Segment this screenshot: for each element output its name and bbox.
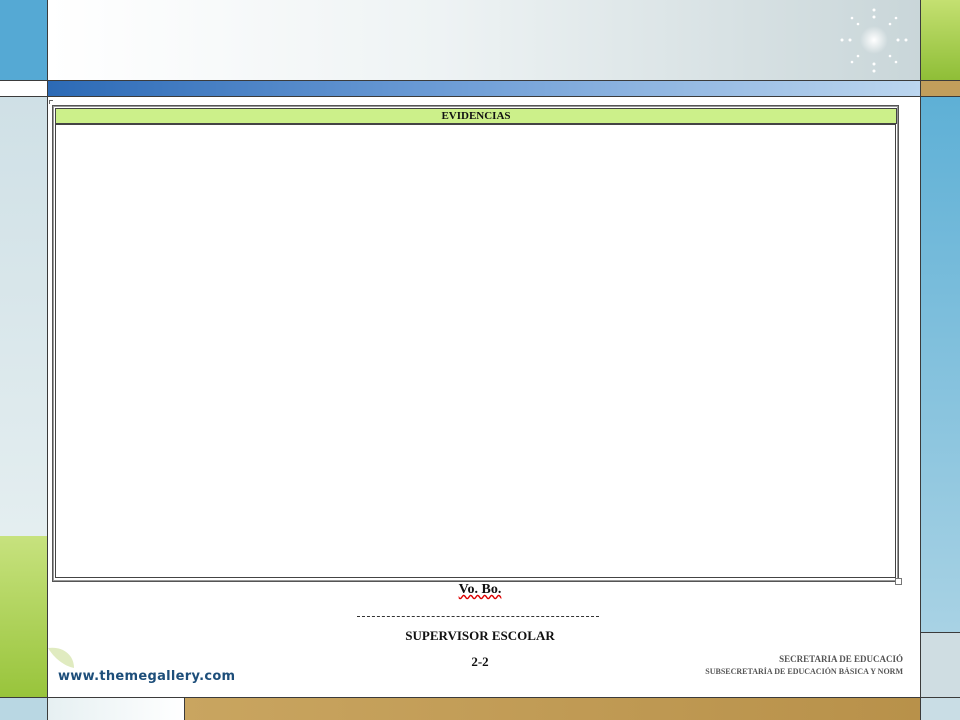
org-name-line1: SECRETARIA DE EDUCACIÓ xyxy=(779,654,903,664)
right-blue-block xyxy=(920,96,960,632)
right-grey-block xyxy=(920,632,960,698)
org-name-line2: SUBSECRETARÍA DE EDUCACIÓN BÁSICA Y NORM xyxy=(705,667,903,676)
grid-line-bottom-split xyxy=(184,698,185,720)
right-bottom-block xyxy=(920,698,960,720)
left-green-block xyxy=(0,536,48,698)
evidence-table-header: EVIDENCIAS xyxy=(55,108,897,124)
website-link[interactable]: www.themegallery.com xyxy=(58,669,235,684)
grid-line-bottom xyxy=(0,697,960,698)
sparkle-icon xyxy=(840,8,908,73)
signature-title: SUPERVISOR ESCOLAR xyxy=(405,628,555,643)
leaf-icon xyxy=(48,647,74,668)
approval-label: Vo. Bo. xyxy=(430,582,530,598)
grid-line-right-grey xyxy=(920,632,960,633)
evidence-table-body xyxy=(55,124,896,578)
grid-line-right xyxy=(920,0,921,720)
grid-line-under-bar xyxy=(0,96,960,97)
left-bottom-block xyxy=(0,698,48,720)
bottom-gold-bar xyxy=(184,698,920,720)
grid-line-left xyxy=(47,0,48,720)
corner-mark xyxy=(49,100,53,104)
blue-title-bar xyxy=(48,80,920,96)
bottom-left-block xyxy=(48,698,184,720)
grid-line-top xyxy=(0,80,960,81)
page-number: 2-2 xyxy=(471,654,489,669)
right-green-block xyxy=(920,0,960,80)
left-top-block xyxy=(0,0,48,80)
right-gold-block xyxy=(920,80,960,96)
signature-line xyxy=(357,616,599,617)
approval-label-text: Vo. Bo. xyxy=(458,582,502,597)
table-resize-handle[interactable] xyxy=(895,578,902,585)
left-middle-block xyxy=(0,96,48,536)
header-band xyxy=(48,0,920,80)
